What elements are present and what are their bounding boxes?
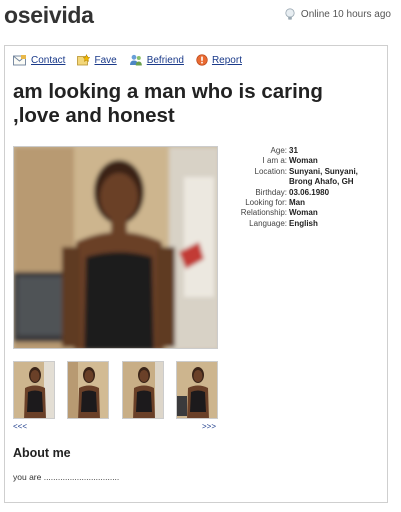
info-row-location: Location: Sunyani, Sunyani, Brong Ahafo,… — [229, 167, 379, 188]
info-label: Relationship: — [240, 208, 287, 218]
info-value: 31 — [289, 146, 298, 155]
gallery-next-link[interactable]: >>> — [202, 422, 216, 431]
warning-icon — [196, 54, 208, 66]
info-label: Age: — [270, 146, 287, 155]
lightbulb-icon — [285, 8, 295, 21]
info-value: Woman — [289, 208, 318, 218]
info-label: Location: — [254, 166, 287, 176]
star-folder-icon — [77, 54, 91, 66]
info-row-age: Age: 31 — [229, 146, 379, 156]
profile-headline: am looking a man who is caring ,love and… — [13, 80, 323, 127]
profile-info: Age: 31 I am a: Woman Location: Sunyani,… — [229, 146, 379, 229]
fave-label: Fave — [94, 54, 117, 66]
photo-thumbnails — [13, 361, 218, 419]
about-me-text: you are ................................ — [13, 472, 120, 482]
profile-card: Contact Fave Befriend Report am looking … — [4, 45, 388, 503]
info-value: Man — [289, 198, 305, 208]
page-header: oseivida Online 10 hours ago — [0, 0, 401, 40]
info-value: English — [289, 218, 318, 228]
fave-button[interactable]: Fave — [77, 54, 117, 66]
info-value: Woman — [289, 156, 318, 166]
photo-thumbnail[interactable] — [121, 361, 164, 419]
info-row-relationship: Relationship: Woman — [229, 208, 379, 218]
gallery-prev-link[interactable]: <<< — [13, 422, 27, 431]
info-label: Looking for: — [245, 198, 287, 208]
report-label: Report — [211, 54, 242, 66]
info-row-birthday: Birthday: 03.06.1980 — [229, 188, 379, 198]
photo-thumbnail[interactable] — [67, 361, 110, 419]
envelope-icon — [13, 54, 27, 66]
befriend-button[interactable]: Befriend — [129, 54, 184, 66]
main-profile-photo[interactable] — [13, 146, 218, 349]
photo-thumbnail[interactable] — [175, 361, 218, 419]
info-label: I am a: — [262, 156, 287, 166]
profile-actions: Contact Fave Befriend Report — [13, 54, 242, 66]
online-status: Online 10 hours ago — [285, 8, 391, 21]
info-row-language: Language: English — [229, 219, 379, 229]
info-value: Sunyani, Sunyani, Brong Ahafo, GH — [289, 166, 358, 187]
about-me-heading: About me — [13, 446, 71, 460]
profile-username: oseivida — [4, 2, 94, 28]
info-value: 03.06.1980 — [289, 187, 330, 197]
contact-button[interactable]: Contact — [13, 54, 65, 66]
online-status-text: Online 10 hours ago — [300, 9, 391, 20]
befriend-label: Befriend — [146, 54, 184, 66]
info-label: Language: — [249, 218, 287, 228]
info-row-gender: I am a: Woman — [229, 156, 379, 166]
contact-label: Contact — [31, 54, 66, 66]
info-label: Birthday: — [255, 187, 287, 197]
users-icon — [129, 54, 143, 66]
report-button[interactable]: Report — [196, 54, 242, 66]
photo-thumbnail[interactable] — [13, 361, 55, 419]
info-row-looking-for: Looking for: Man — [229, 198, 379, 208]
